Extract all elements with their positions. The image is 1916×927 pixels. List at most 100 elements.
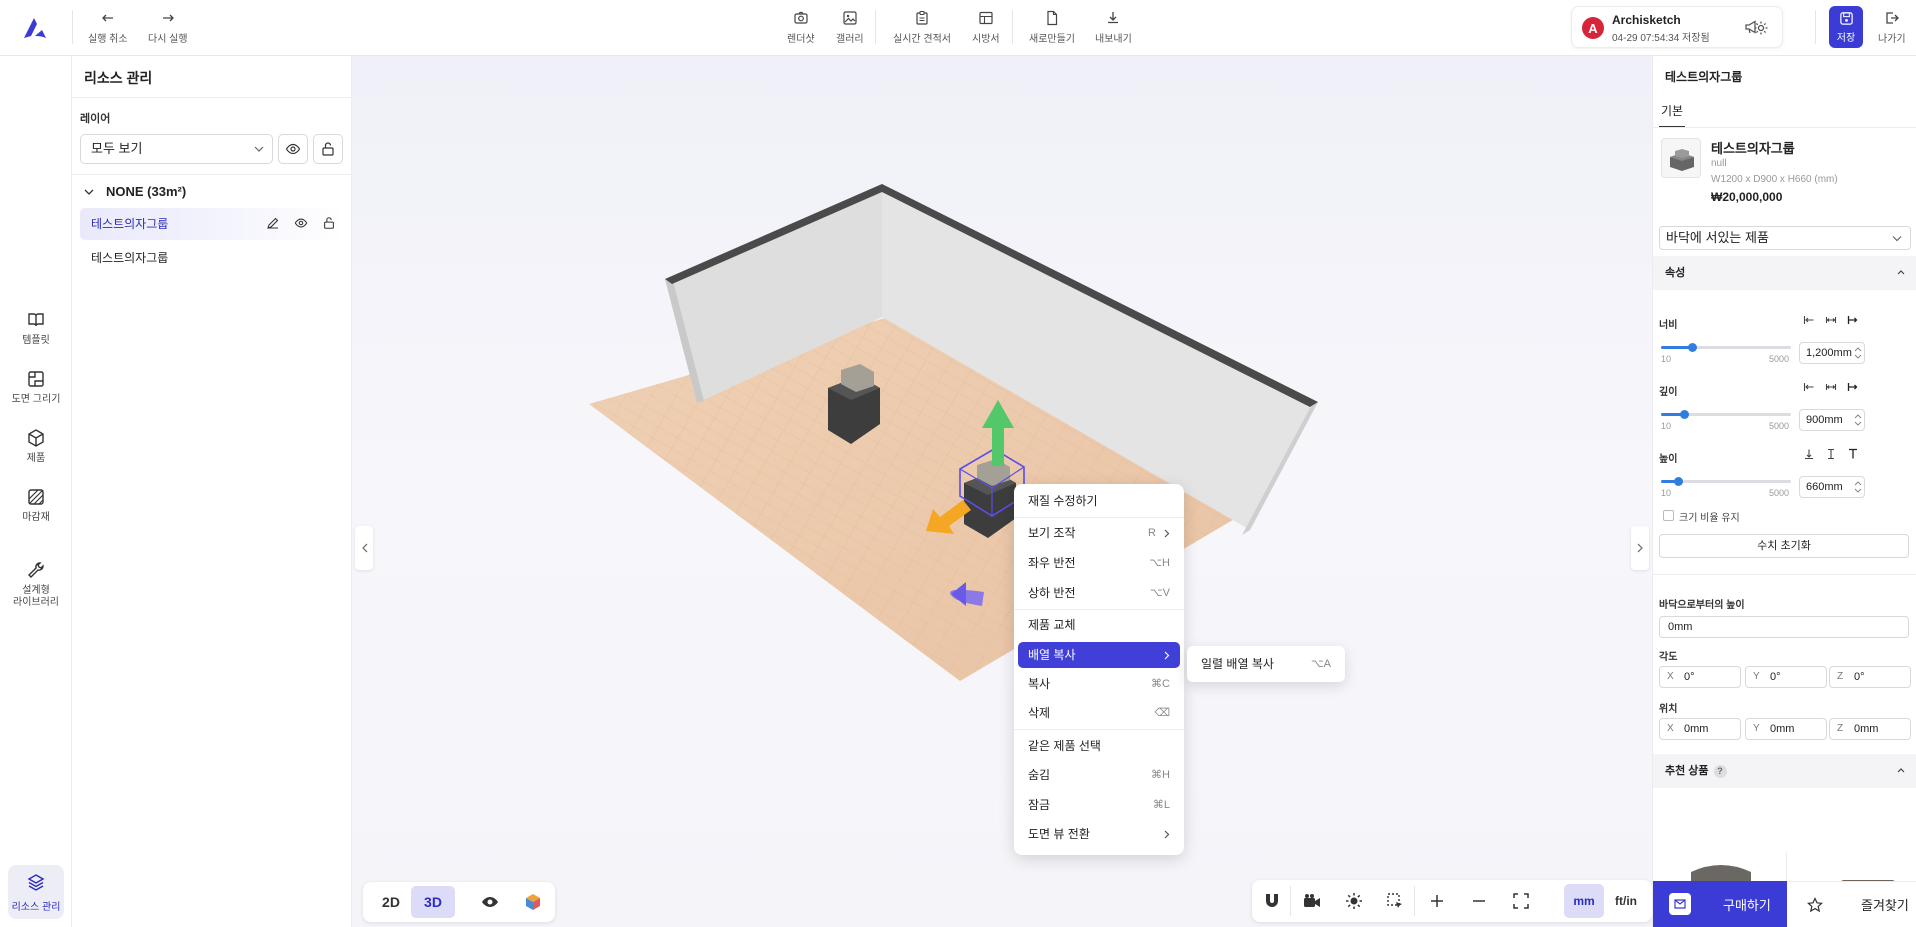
redo-button[interactable]: 다시 실행: [148, 10, 188, 45]
floor-height-input[interactable]: 0mm: [1659, 616, 1909, 638]
sun-icon[interactable]: [1344, 891, 1364, 911]
align-bottom-button[interactable]: [1799, 444, 1819, 464]
collapse-left-panel-button[interactable]: [355, 526, 373, 570]
unit-mm-button[interactable]: mm: [1564, 884, 1604, 918]
unlock-icon[interactable]: [322, 216, 336, 230]
new-button[interactable]: 새로만들기: [1029, 10, 1075, 45]
align-top-button[interactable]: [1843, 444, 1863, 464]
list-item[interactable]: 테스트의자그룹: [80, 242, 344, 274]
nav-finish[interactable]: 마감재: [0, 487, 72, 524]
favorite-button[interactable]: 즐겨찾기: [1787, 881, 1916, 927]
align-center-button[interactable]: [1821, 310, 1841, 330]
stepper-icon[interactable]: [1854, 412, 1862, 428]
layer-select-value: 모두 보기: [91, 141, 143, 156]
menu-item-flip-horizontal[interactable]: 좌우 반전 ⌥H: [1018, 550, 1180, 576]
align-left-button[interactable]: [1799, 377, 1819, 397]
depth-value: 900mm: [1806, 414, 1843, 426]
export-button[interactable]: 내보내기: [1095, 10, 1132, 45]
undo-button[interactable]: 실행 취소: [88, 10, 128, 45]
menu-item-switch-view[interactable]: 도면 뷰 전환: [1018, 821, 1180, 847]
room-scene[interactable]: [352, 56, 1652, 927]
spec-button[interactable]: 시방서: [972, 10, 1000, 45]
tab-basic[interactable]: 기본: [1659, 94, 1685, 128]
pencil-icon[interactable]: [266, 216, 280, 230]
mode-3d-button[interactable]: 3D: [411, 886, 455, 918]
placement-select[interactable]: 바닥에 서있는 제품: [1659, 226, 1911, 250]
position-x-input[interactable]: X 0mm: [1659, 718, 1741, 740]
section-recommended[interactable]: 추천 상품?: [1653, 754, 1916, 788]
layer-group-header[interactable]: NONE (33m²): [84, 184, 186, 199]
menu-item-label: 도면 뷰 전환: [1028, 827, 1090, 841]
select-area-icon[interactable]: [1385, 891, 1405, 911]
fit-screen-icon[interactable]: [1511, 891, 1531, 911]
angle-z-input[interactable]: Z 0°: [1829, 666, 1911, 688]
align-right-button[interactable]: [1843, 377, 1863, 397]
align-center-button[interactable]: [1821, 377, 1841, 397]
stepper-icon[interactable]: [1854, 345, 1862, 361]
save-button[interactable]: 저장: [1829, 6, 1863, 48]
nav-library[interactable]: 설계형 라이브러리: [0, 560, 72, 609]
unit-ftin-button[interactable]: ft/in: [1606, 884, 1646, 918]
height-slider[interactable]: [1661, 477, 1791, 486]
section-attributes[interactable]: 속성: [1653, 256, 1916, 290]
submenu-linear-array-copy[interactable]: 일렬 배열 복사 ⌥A: [1187, 646, 1345, 682]
menu-item-copy[interactable]: 복사 ⌘C: [1018, 671, 1180, 697]
product-name: 테스트의자그룹: [1711, 141, 1795, 156]
reset-values-button[interactable]: 수치 초기화: [1659, 534, 1909, 558]
depth-slider[interactable]: [1661, 410, 1791, 419]
avatar[interactable]: A: [1582, 17, 1604, 39]
layer-visibility-button[interactable]: [278, 134, 308, 164]
help-icon[interactable]: ?: [1713, 765, 1727, 778]
zoom-in-icon[interactable]: [1427, 891, 1447, 911]
menu-item-replace-product[interactable]: 제품 교체: [1018, 612, 1180, 638]
align-left-button[interactable]: [1799, 310, 1819, 330]
menu-item-lock[interactable]: 잠금 ⌘L: [1018, 792, 1180, 818]
video-camera-icon[interactable]: [1302, 891, 1322, 911]
menu-item-hide[interactable]: 숨김 ⌘H: [1018, 762, 1180, 788]
keep-ratio-checkbox[interactable]: [1663, 510, 1674, 521]
slider-knob[interactable]: [1688, 343, 1698, 352]
align-right-button[interactable]: [1843, 310, 1863, 330]
height-input[interactable]: 660mm: [1799, 476, 1865, 498]
align-middle-button[interactable]: [1821, 444, 1841, 464]
width-slider[interactable]: [1661, 343, 1791, 352]
zoom-out-icon[interactable]: [1469, 891, 1489, 911]
nav-template[interactable]: 템플릿: [0, 310, 72, 347]
depth-input[interactable]: 900mm: [1799, 409, 1865, 431]
menu-item-label: 상하 반전: [1028, 586, 1076, 600]
menu-item-view-control[interactable]: 보기 조작 R: [1018, 520, 1180, 546]
exit-button[interactable]: 나가기: [1878, 10, 1906, 45]
nav-product[interactable]: 제품: [0, 428, 72, 465]
eye-icon[interactable]: [294, 216, 308, 230]
nav-floorplan[interactable]: 도면 그리기: [0, 369, 72, 406]
buy-button[interactable]: 구매하기: [1653, 881, 1787, 927]
3d-viewport[interactable]: [352, 56, 1652, 927]
menu-item-flip-vertical[interactable]: 상하 반전 ⌥V: [1018, 580, 1180, 606]
slider-knob[interactable]: [1680, 410, 1690, 419]
menu-item-array-copy[interactable]: 배열 복사: [1018, 642, 1180, 668]
list-item[interactable]: 테스트의자그룹: [80, 208, 344, 240]
mode-2d-button[interactable]: 2D: [369, 886, 413, 918]
estimate-button[interactable]: 실시간 견적서: [893, 10, 951, 45]
3d-box-icon[interactable]: [523, 892, 543, 912]
menu-item-edit-material[interactable]: 재질 수정하기: [1018, 488, 1180, 514]
gallery-button[interactable]: 갤러리: [836, 10, 864, 45]
app-logo-icon[interactable]: [20, 14, 50, 42]
slider-knob[interactable]: [1673, 477, 1683, 486]
magnet-icon[interactable]: [1262, 891, 1282, 911]
position-y-input[interactable]: Y 0mm: [1745, 718, 1827, 740]
render-button[interactable]: 렌더샷: [787, 10, 815, 45]
eye-icon[interactable]: [480, 892, 500, 912]
width-input[interactable]: 1,200mm: [1799, 342, 1865, 364]
megaphone-icon[interactable]: [1743, 18, 1761, 36]
menu-item-delete[interactable]: 삭제 ⌫: [1018, 700, 1180, 726]
collapse-right-panel-button[interactable]: [1631, 526, 1649, 570]
angle-y-input[interactable]: Y 0°: [1745, 666, 1827, 688]
angle-x-input[interactable]: X 0°: [1659, 666, 1741, 688]
stepper-icon[interactable]: [1854, 479, 1862, 495]
layer-select[interactable]: 모두 보기: [80, 134, 273, 164]
menu-item-select-same[interactable]: 같은 제품 선택: [1018, 733, 1180, 759]
nav-resource[interactable]: 리소스 관리: [8, 865, 64, 919]
position-z-input[interactable]: Z 0mm: [1829, 718, 1911, 740]
layer-lock-button[interactable]: [313, 134, 343, 164]
